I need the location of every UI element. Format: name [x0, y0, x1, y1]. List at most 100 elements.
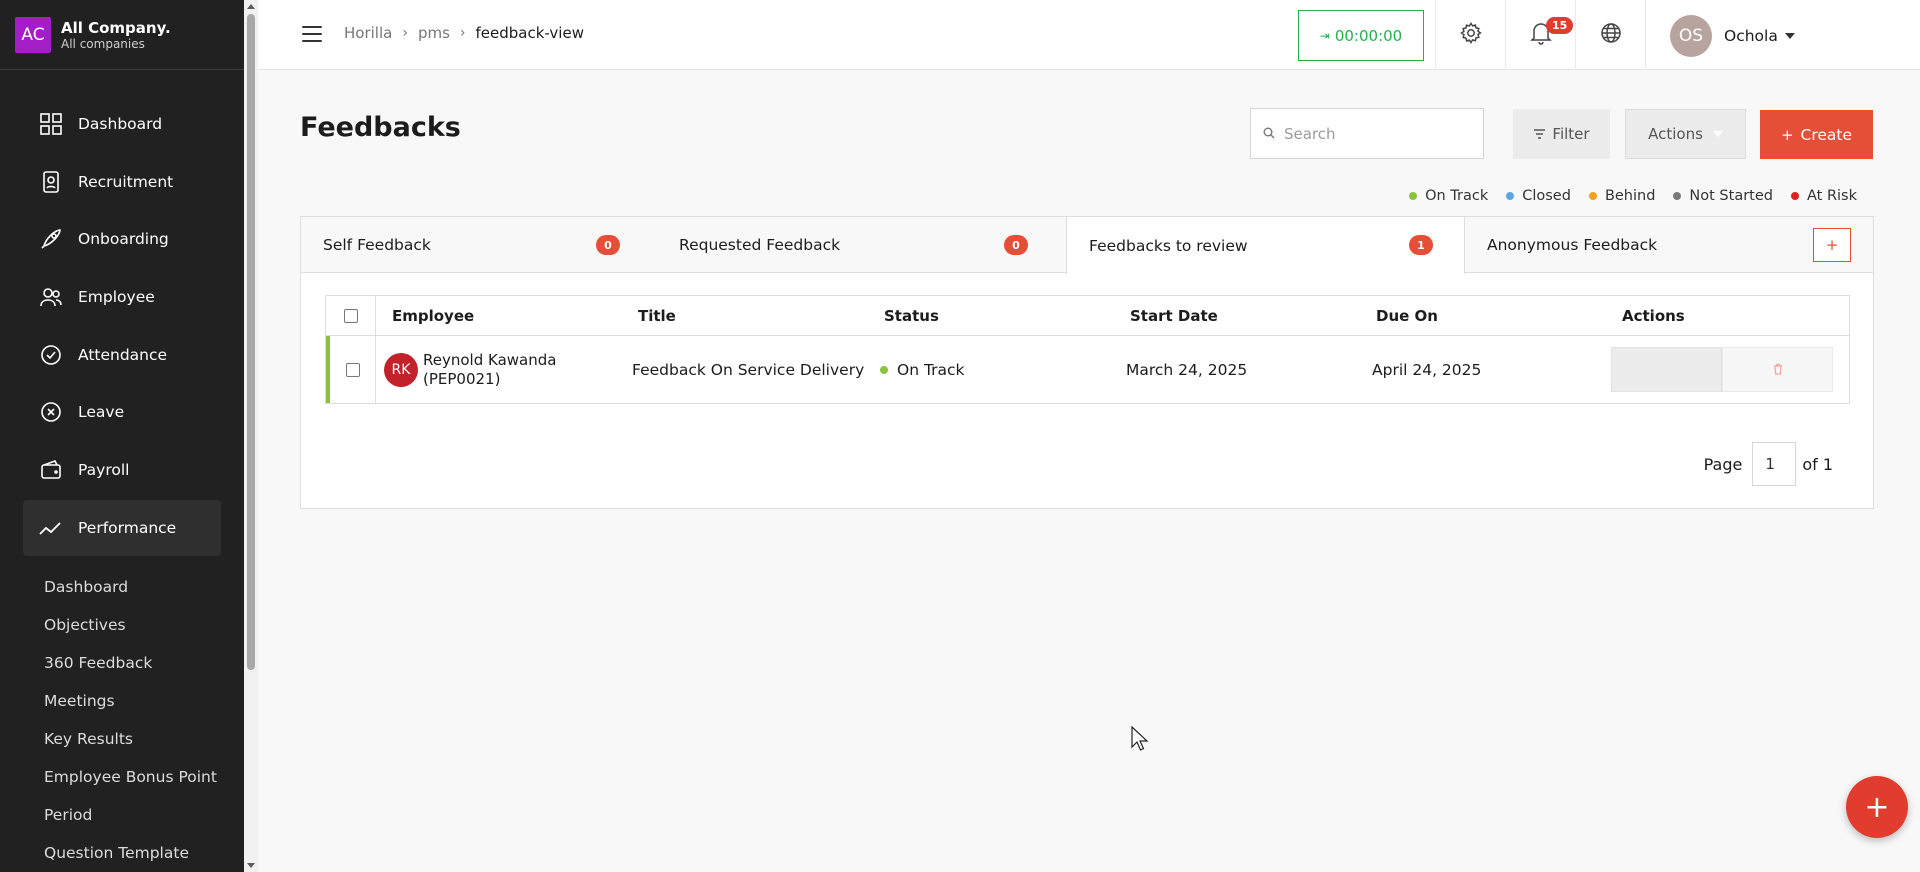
- legend-label: On Track: [1425, 188, 1489, 204]
- recruitment-icon: [38, 169, 64, 195]
- breadcrumb-pms[interactable]: pms: [418, 24, 450, 42]
- subnav-period[interactable]: Period: [0, 796, 244, 834]
- tab-requested-feedback[interactable]: Requested Feedback 0: [657, 217, 1066, 273]
- tab-anonymous-feedback[interactable]: Anonymous Feedback: [1465, 217, 1825, 273]
- subnav-meetings[interactable]: Meetings: [0, 682, 244, 720]
- employee-cell: RK Reynold Kawanda (PEP0021): [376, 351, 622, 389]
- language-button[interactable]: [1575, 0, 1645, 70]
- chevron-right-icon: ›: [402, 25, 408, 41]
- scroll-down-icon[interactable]: [247, 863, 255, 868]
- column-header: Title: [638, 306, 676, 325]
- search-input[interactable]: [1284, 124, 1474, 143]
- chevron-down-icon: [1784, 33, 1795, 39]
- sidebar-item-dashboard[interactable]: Dashboard: [23, 96, 221, 152]
- legend-not-started[interactable]: Not Started: [1673, 188, 1773, 204]
- page-number-input[interactable]: [1752, 442, 1797, 486]
- legend-label: Closed: [1522, 188, 1571, 204]
- breadcrumb-horilla[interactable]: Horilla: [344, 24, 392, 42]
- tab-self-feedback[interactable]: Self Feedback 0: [301, 217, 657, 273]
- sidebar-item-label: Employee: [78, 288, 155, 307]
- table-header: Employee Title Status Start Date Due On …: [326, 296, 1849, 336]
- tab-label: Feedbacks to review: [1089, 236, 1248, 255]
- timer-value: 00:00:00: [1334, 26, 1403, 45]
- settings-button[interactable]: [1435, 0, 1505, 70]
- x-circle-icon: [38, 399, 64, 425]
- status-legend: On Track Closed Behind Not Started At Ri…: [1391, 188, 1857, 204]
- company-switcher[interactable]: AC All Company. All companies: [0, 0, 244, 70]
- tab-label: Requested Feedback: [679, 236, 841, 254]
- user-name: Ochola: [1724, 27, 1778, 45]
- select-all-checkbox[interactable]: [343, 308, 358, 323]
- filter-icon: [1533, 125, 1546, 143]
- actions-dropdown[interactable]: Actions: [1625, 109, 1746, 159]
- status-text: On Track: [897, 360, 965, 379]
- subnav-objectives[interactable]: Objectives: [0, 606, 244, 644]
- avatar: OS: [1670, 15, 1712, 57]
- sidebar-item-attendance[interactable]: Attendance: [23, 327, 221, 383]
- subnav-question-template[interactable]: Question Template: [0, 834, 244, 872]
- globe-icon: [1599, 21, 1623, 49]
- legend-on-track[interactable]: On Track: [1409, 188, 1488, 204]
- delete-button[interactable]: [1722, 347, 1833, 392]
- notifications-button[interactable]: 15: [1505, 0, 1575, 70]
- tab-count-badge: 0: [1004, 235, 1028, 255]
- select-all-cell: [326, 296, 376, 335]
- performance-subnav: Dashboard Objectives 360 Feedback Meetin…: [0, 568, 244, 872]
- menu-toggle-icon[interactable]: [302, 26, 322, 44]
- create-button[interactable]: + Create: [1760, 110, 1873, 159]
- feedback-tabs: Self Feedback 0 Requested Feedback 0 Fee…: [301, 217, 1873, 274]
- subnav-360-feedback[interactable]: 360 Feedback: [0, 644, 244, 682]
- row-select-cell: [330, 336, 376, 403]
- row-checkbox[interactable]: [345, 362, 360, 377]
- user-menu[interactable]: OS Ochola: [1670, 15, 1795, 57]
- scroll-up-icon[interactable]: [247, 4, 255, 9]
- due-date-cell: April 24, 2025: [1372, 360, 1482, 379]
- status-dot-icon: [880, 365, 888, 374]
- legend-at-risk[interactable]: At Risk: [1790, 188, 1857, 204]
- company-subtitle: All companies: [61, 36, 145, 51]
- legend-closed[interactable]: Closed: [1506, 188, 1571, 204]
- subnav-dashboard[interactable]: Dashboard: [0, 568, 244, 606]
- status-cell: On Track: [868, 361, 1114, 379]
- dashboard-icon: [38, 111, 64, 137]
- quick-action-button[interactable]: +: [1846, 776, 1908, 838]
- avatar: RK: [384, 352, 418, 387]
- wallet-icon: [38, 457, 64, 483]
- add-tab-button[interactable]: +: [1813, 228, 1851, 262]
- search-box[interactable]: [1250, 108, 1484, 159]
- breadcrumb: Horilla › pms › feedback-view: [344, 24, 584, 42]
- main-nav: Dashboard Recruitment Onboarding Employe…: [0, 96, 244, 556]
- filter-button[interactable]: Filter: [1513, 109, 1610, 159]
- attendance-timer-button[interactable]: ⇥ 00:00:00: [1298, 10, 1424, 61]
- company-logo: AC: [15, 16, 51, 53]
- subnav-key-results[interactable]: Key Results: [0, 720, 244, 758]
- scrollbar-thumb[interactable]: [247, 14, 255, 670]
- sidebar-item-leave[interactable]: Leave: [23, 384, 221, 440]
- page-title: Feedbacks: [300, 112, 461, 143]
- actions-label: Actions: [1648, 125, 1703, 143]
- legend-behind[interactable]: Behind: [1588, 188, 1655, 204]
- tab-count-badge: 1: [1409, 235, 1433, 255]
- company-name: All Company.: [61, 18, 171, 37]
- status-dot-icon: [1673, 192, 1682, 200]
- feedback-table: Employee Title Status Start Date Due On …: [325, 295, 1850, 404]
- sidebar-item-payroll[interactable]: Payroll: [23, 442, 221, 498]
- gear-icon: [1459, 21, 1483, 49]
- edit-button[interactable]: [1611, 347, 1722, 392]
- sidebar-item-label: Dashboard: [78, 115, 163, 133]
- table-row[interactable]: RK Reynold Kawanda (PEP0021) Feedback On…: [326, 336, 1849, 403]
- sidebar-item-onboarding[interactable]: Onboarding: [23, 211, 221, 267]
- tab-feedbacks-to-review[interactable]: Feedbacks to review 1: [1066, 217, 1465, 274]
- subnav-employee-bonus-point[interactable]: Employee Bonus Point: [0, 758, 244, 796]
- breadcrumb-current: feedback-view: [475, 24, 584, 42]
- sidebar-item-label: Attendance: [78, 345, 168, 364]
- sidebar-item-employee[interactable]: Employee: [23, 269, 221, 325]
- status-dot-icon: [1790, 192, 1799, 200]
- sidebar-item-label: Performance: [78, 518, 177, 537]
- create-label: Create: [1800, 125, 1853, 144]
- search-icon: [1263, 124, 1275, 143]
- sidebar-item-performance[interactable]: Performance: [23, 499, 221, 556]
- sidebar-scrollbar[interactable]: [244, 0, 258, 872]
- sidebar-item-label: Recruitment: [78, 172, 174, 191]
- sidebar-item-recruitment[interactable]: Recruitment: [23, 154, 221, 210]
